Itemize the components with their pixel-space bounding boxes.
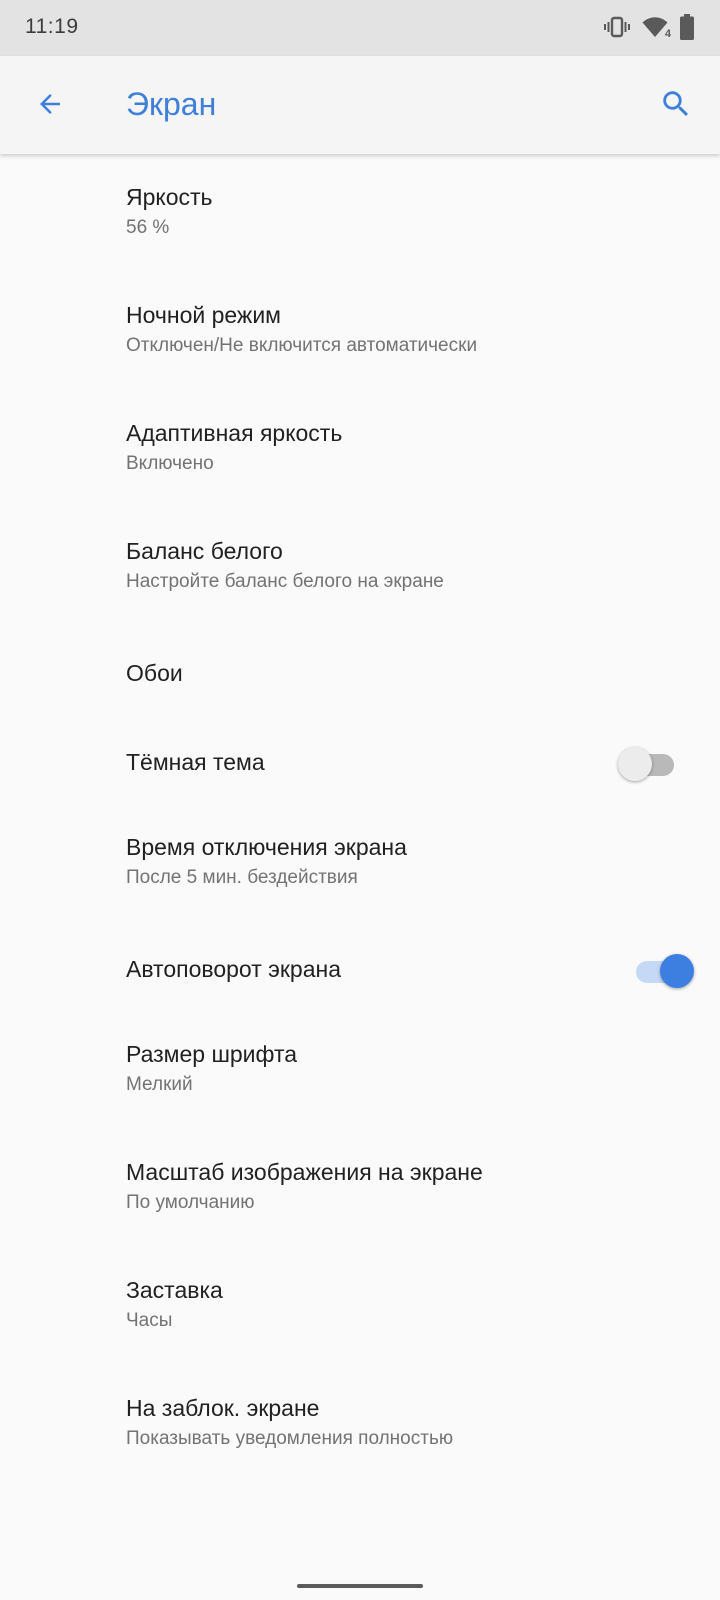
battery-icon [680,14,694,40]
switch-thumb [660,954,694,988]
setting-title: Яркость [126,184,213,210]
setting-adaptive-brightness[interactable]: Адаптивная яркость Включено [0,390,720,508]
setting-title: Баланс белого [126,538,283,564]
setting-summary: Часы [126,1310,173,1331]
setting-summary: Отключен/Не включится автоматически [126,335,478,356]
setting-title: Размер шрифта [126,1041,298,1067]
setting-wallpaper[interactable]: Обои [0,626,720,715]
setting-lock-screen[interactable]: На заблок. экране Показывать уведомления… [0,1365,720,1483]
status-bar: 11:19 4 [0,0,720,56]
setting-title: На заблок. экране [126,1395,320,1421]
setting-brightness[interactable]: Яркость 56 % [0,154,720,272]
home-indicator[interactable] [297,1584,423,1588]
setting-summary: Настройте баланс белого на экране [126,571,444,592]
wifi-badge: 4 [664,28,671,40]
setting-summary: Включено [126,453,214,474]
setting-summary: По умолчанию [126,1192,255,1213]
app-bar: Экран [0,56,720,154]
setting-title: Адаптивная яркость [126,420,343,446]
setting-title: Тёмная тема [126,749,265,775]
setting-dark-theme[interactable]: Тёмная тема [0,715,720,804]
search-button[interactable] [648,76,704,132]
setting-night-mode[interactable]: Ночной режим Отключен/Не включится автом… [0,272,720,390]
auto-rotate-switch[interactable] [636,954,694,988]
status-icons: 4 [604,14,694,40]
dark-theme-switch[interactable] [618,747,674,781]
wifi-icon: 4 [642,16,671,40]
setting-screen-timeout[interactable]: Время отключения экрана После 5 мин. без… [0,804,720,922]
search-icon [663,91,689,117]
setting-title: Масштаб изображения на экране [126,1159,483,1185]
setting-title: Ночной режим [126,302,281,328]
setting-screensaver[interactable]: Заставка Часы [0,1247,720,1365]
arrow-back-icon [40,94,60,114]
page-title: Экран [126,86,217,122]
setting-title: Обои [126,660,183,686]
setting-title: Время отключения экрана [126,834,407,860]
setting-title: Заставка [126,1277,223,1303]
vibrate-icon [604,15,630,39]
setting-summary: После 5 мин. бездействия [126,867,358,888]
setting-font-size[interactable]: Размер шрифта Мелкий [0,1011,720,1129]
setting-title: Автоповорот экрана [126,956,341,982]
setting-auto-rotate[interactable]: Автоповорот экрана [0,922,720,1011]
setting-white-balance[interactable]: Баланс белого Настройте баланс белого на… [0,508,720,626]
setting-summary: Показывать уведомления полностью [126,1428,454,1449]
settings-list: Яркость 56 % Ночной режим Отключен/Не вк… [0,154,720,1483]
switch-thumb [618,747,652,781]
setting-summary: 56 % [126,217,170,238]
setting-summary: Мелкий [126,1074,193,1095]
setting-display-size[interactable]: Масштаб изображения на экране По умолчан… [0,1129,720,1247]
back-button[interactable] [22,76,78,132]
status-time: 11:19 [25,15,79,38]
